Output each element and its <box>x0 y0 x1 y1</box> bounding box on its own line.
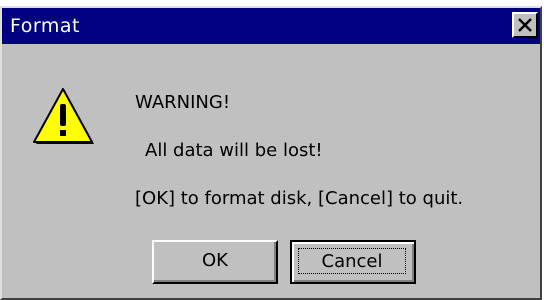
close-button[interactable] <box>512 12 538 38</box>
warning-heading: WARNING! <box>135 92 231 113</box>
format-dialog: Format WARNING! All data will be lost! [… <box>0 6 542 300</box>
close-icon <box>518 18 532 32</box>
ok-button[interactable]: OK <box>152 240 278 284</box>
warning-icon <box>33 88 94 144</box>
focus-ring: Cancel <box>298 248 406 274</box>
warning-message: All data will be lost! <box>145 140 323 161</box>
dialog-title: Format <box>10 15 80 37</box>
instruction-text: [OK] to format disk, [Cancel] to quit. <box>135 188 464 209</box>
cancel-button[interactable]: Cancel <box>290 240 416 284</box>
title-bar[interactable]: Format <box>2 8 540 44</box>
